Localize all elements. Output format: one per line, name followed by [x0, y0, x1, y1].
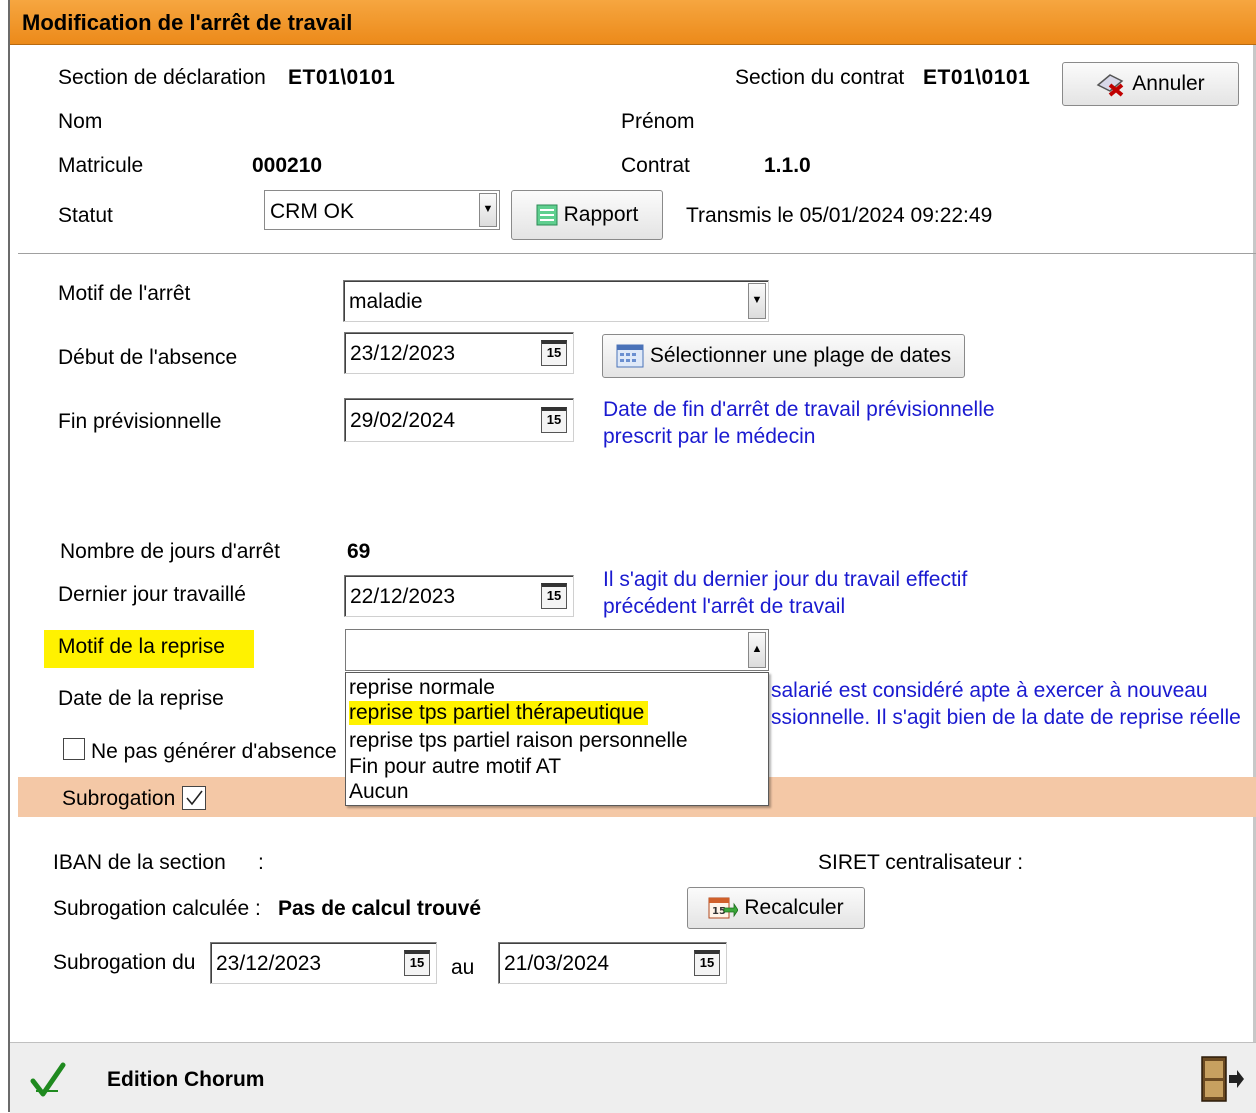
subrogation-calculee-value: Pas de calcul trouvé	[278, 897, 482, 920]
subrogation-label: Subrogation	[62, 787, 176, 810]
exit-door-icon[interactable]	[1198, 1053, 1244, 1105]
matricule-value: 000210	[252, 154, 323, 177]
list-item[interactable]: reprise normale	[349, 676, 495, 700]
debut-absence-input[interactable]: 23/12/2023 15	[344, 332, 574, 374]
contrat-label: Contrat	[621, 154, 690, 177]
header-separator	[18, 253, 1256, 254]
motif-reprise-label: Motif de la reprise	[58, 635, 225, 658]
chevron-down-icon[interactable]: ▼	[479, 193, 497, 227]
annuler-label: Annuler	[1132, 72, 1205, 95]
contrat-value: 1.1.0	[764, 154, 811, 177]
dernier-jour-label: Dernier jour travaillé	[58, 583, 246, 606]
iban-colon: :	[258, 851, 264, 874]
subrogation-du-input[interactable]: 23/12/2023 15	[210, 942, 437, 984]
fin-previsionnelle-value: 29/02/2024	[350, 409, 456, 432]
dernier-help-line2: précédent l'arrêt de travail	[603, 595, 846, 618]
checkmark-icon[interactable]	[30, 1061, 66, 1099]
iban-label: IBAN de la section	[53, 851, 226, 874]
nom-label: Nom	[58, 110, 103, 133]
motif-reprise-select[interactable]: ▲	[345, 629, 769, 671]
select-date-range-label: Sélectionner une plage de dates	[649, 344, 952, 367]
calendar-icon[interactable]: 15	[541, 407, 567, 433]
section-declaration-value: ET01\0101	[288, 66, 396, 89]
cancel-icon	[1096, 74, 1124, 97]
recalculer-button[interactable]: 15 Recalculer	[687, 887, 865, 929]
motif-arret-select[interactable]: maladie ▼	[343, 280, 769, 322]
subrogation-du-label: Subrogation du	[53, 951, 196, 974]
debut-absence-value: 23/12/2023	[350, 342, 456, 365]
edition-chorum-label[interactable]: Edition Chorum	[107, 1068, 264, 1092]
motif-reprise-dropdown-list[interactable]: reprise normale reprise tps partiel thér…	[345, 672, 769, 806]
window-title: Modification de l'arrêt de travail	[22, 10, 353, 35]
window-title-bar: Modification de l'arrêt de travail	[10, 0, 1256, 45]
fin-previsionnelle-label: Fin prévisionnelle	[58, 410, 222, 433]
calendar-icon[interactable]: 15	[541, 340, 567, 366]
subrogation-calculee-label: Subrogation calculée :	[53, 897, 261, 920]
ne-pas-generer-checkbox[interactable]	[63, 738, 85, 760]
statut-value: CRM OK	[270, 200, 354, 223]
list-item[interactable]: reprise tps partiel raison personnelle	[349, 729, 688, 753]
fin-help-line1: Date de fin d'arrêt de travail prévision…	[603, 398, 995, 421]
debut-absence-label: Début de l'absence	[58, 346, 238, 369]
list-item[interactable]: reprise tps partiel thérapeutique	[349, 701, 649, 725]
report-icon	[536, 204, 558, 226]
annuler-button[interactable]: Annuler	[1062, 62, 1239, 106]
calendar-icon[interactable]: 15	[541, 583, 567, 609]
nb-jours-label: Nombre de jours d'arrêt	[60, 540, 280, 563]
transmis-text: Transmis le 05/01/2024 09:22:49	[686, 204, 993, 227]
subrogation-checkbox[interactable]	[182, 786, 206, 810]
statut-label: Statut	[58, 204, 113, 227]
siret-label: SIRET centralisateur :	[818, 851, 1024, 874]
list-item[interactable]: Aucun	[349, 780, 409, 804]
prenom-label: Prénom	[621, 110, 695, 133]
dernier-jour-value: 22/12/2023	[350, 585, 456, 608]
subrogation-au-value: 21/03/2024	[504, 952, 610, 975]
motif-arret-label: Motif de l'arrêt	[58, 282, 191, 305]
reprise-help-line1: salarié est considéré apte à exercer à n…	[771, 679, 1208, 702]
ne-pas-generer-label: Ne pas générer d'absence	[91, 740, 337, 763]
statut-select[interactable]: CRM OK ▼	[264, 190, 500, 230]
fin-previsionnelle-input[interactable]: 29/02/2024 15	[344, 398, 574, 442]
date-reprise-label: Date de la reprise	[58, 687, 224, 710]
subrogation-au-label: au	[451, 956, 475, 979]
calendar-icon	[616, 344, 644, 368]
fin-help-line2: prescrit par le médecin	[603, 425, 816, 448]
subrogation-du-value: 23/12/2023	[216, 952, 322, 975]
list-item[interactable]: Fin pour autre motif AT	[349, 755, 561, 779]
section-declaration-label: Section de déclaration	[58, 66, 266, 89]
recalculate-icon: 15	[708, 897, 739, 919]
select-date-range-button[interactable]: Sélectionner une plage de dates	[602, 334, 965, 378]
checkmark-icon	[186, 790, 203, 806]
rapport-label: Rapport	[563, 203, 639, 226]
section-contrat-label: Section du contrat	[735, 66, 905, 89]
recalculer-label: Recalculer	[744, 896, 844, 919]
rapport-button[interactable]: Rapport	[511, 190, 663, 240]
matricule-label: Matricule	[58, 154, 144, 177]
dernier-help-line1: Il s'agit du dernier jour du travail eff…	[603, 568, 968, 591]
dernier-jour-input[interactable]: 22/12/2023 15	[344, 575, 574, 617]
chevron-up-icon[interactable]: ▲	[748, 632, 766, 668]
calendar-icon[interactable]: 15	[694, 950, 720, 976]
nb-jours-value: 69	[347, 540, 371, 563]
subrogation-au-input[interactable]: 21/03/2024 15	[498, 942, 727, 984]
section-contrat-value: ET01\0101	[923, 66, 1031, 89]
reprise-help-line2: ssionnelle. Il s'agit bien de la date de…	[771, 706, 1241, 729]
chevron-down-icon[interactable]: ▼	[748, 283, 766, 319]
footer-toolbar: Edition Chorum	[10, 1042, 1256, 1113]
motif-arret-value: maladie	[349, 290, 423, 313]
window-left-border	[8, 0, 10, 1112]
calendar-icon[interactable]: 15	[404, 950, 430, 976]
